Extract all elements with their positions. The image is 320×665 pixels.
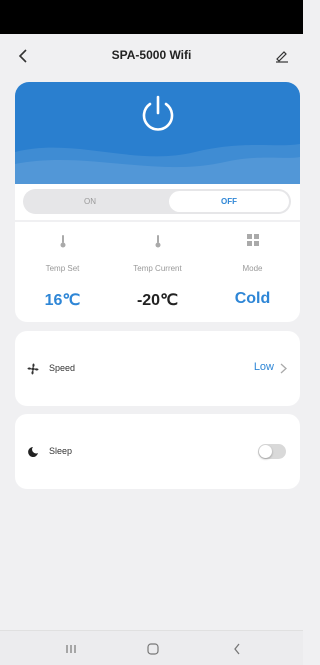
stat-temp-set: Temp Set 16℃: [15, 222, 110, 322]
thermometer-icon: [155, 235, 160, 248]
thermometer-icon: [60, 235, 65, 248]
toggle-off-option[interactable]: OFF: [169, 191, 289, 212]
sleep-toggle-switch[interactable]: [258, 444, 286, 459]
stat-label: Mode: [242, 264, 263, 273]
edit-button[interactable]: [271, 44, 293, 68]
sleep-label: Sleep: [49, 446, 73, 456]
stat-label: Temp Current: [133, 264, 182, 273]
back-button[interactable]: [12, 44, 34, 68]
status-bar: [0, 0, 303, 34]
moon-icon: [28, 447, 38, 457]
page-title: SPA-5000 Wifi: [111, 48, 192, 62]
stat-value: 16℃: [44, 292, 81, 309]
speed-label: Speed: [49, 363, 76, 373]
chevron-left-icon: [18, 49, 27, 63]
stat-value: Cold: [234, 290, 271, 307]
switch-knob: [259, 445, 272, 458]
home-button[interactable]: [138, 639, 168, 659]
recent-apps-button[interactable]: [56, 639, 86, 659]
power-button[interactable]: [132, 88, 184, 140]
sleep-row: Sleep: [15, 414, 300, 489]
speed-row[interactable]: Speed Low: [15, 331, 300, 406]
stats-card: Temp Set 16℃ Temp Current -20℃ Mode Cold: [15, 222, 300, 322]
fan-icon: [27, 363, 39, 375]
stat-mode[interactable]: Mode Cold: [205, 222, 300, 322]
grid-mode-icon: [246, 234, 259, 246]
on-off-toggle: ON OFF: [23, 189, 291, 214]
stat-temp-current: Temp Current -20℃: [110, 222, 205, 322]
power-toggle-card: ON OFF: [15, 184, 300, 220]
stat-value: -20℃: [136, 292, 179, 309]
chevron-left-icon: [234, 643, 240, 655]
recent-apps-icon: [66, 645, 76, 653]
edit-pencil-icon: [276, 51, 288, 63]
nav-back-button[interactable]: [222, 639, 252, 659]
app-header: SPA-5000 Wifi: [0, 34, 303, 80]
system-nav-bar: [0, 630, 303, 665]
power-panel: [15, 82, 300, 184]
speed-value: Low: [253, 361, 274, 373]
power-icon: [142, 95, 174, 131]
home-icon: [147, 643, 159, 655]
stat-label: Temp Set: [45, 264, 80, 273]
toggle-on-option[interactable]: ON: [23, 189, 157, 214]
chevron-right-icon: [280, 363, 287, 373]
